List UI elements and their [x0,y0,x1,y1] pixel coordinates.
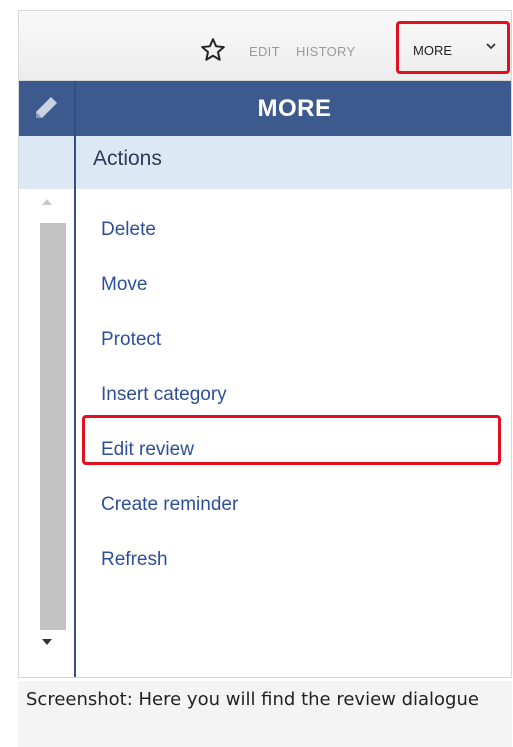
page-toolbar: EDIT HISTORY MORE [19,11,511,81]
pencil-icon [36,97,57,118]
menu-item-create-reminder[interactable]: Create reminder [76,487,511,527]
scrollbar-thumb[interactable] [40,223,66,630]
screenshot-frame: EDIT HISTORY MORE MORE Actions Delete Mo… [18,10,512,678]
more-label: MORE [413,43,452,58]
menu-item-label: Create reminder [101,494,239,515]
section-label: Actions [93,147,162,170]
menu-item-label: Refresh [101,549,168,570]
menu-item-edit-review[interactable]: Edit review [76,432,511,472]
menu-item-move[interactable]: Move [76,267,511,307]
scroll-down-arrow-icon[interactable] [41,637,53,647]
left-band [19,136,74,189]
menu-item-label: Move [101,274,148,295]
menu-item-label: Protect [101,329,162,350]
edit-pencil-button[interactable] [19,81,74,136]
menu-item-delete[interactable]: Delete [76,212,511,252]
screenshot-caption: Screenshot: Here you will find the revie… [18,681,512,747]
scroll-up-arrow-icon[interactable] [41,197,53,207]
menu-item-label: Insert category [101,384,227,405]
menu-item-refresh[interactable]: Refresh [76,542,511,582]
edit-link[interactable]: EDIT [249,44,280,59]
star-outline-icon[interactable] [199,37,227,63]
menu-item-label: Edit review [101,439,194,460]
panel-title: MORE [76,81,511,136]
menu-item-insert-category[interactable]: Insert category [76,377,511,417]
history-link[interactable]: HISTORY [296,44,355,59]
actions-section-header: Actions [76,136,511,189]
menu-item-protect[interactable]: Protect [76,322,511,362]
more-dropdown-button[interactable]: MORE [396,21,510,74]
chevron-down-icon [486,43,496,50]
menu-item-label: Delete [101,219,156,240]
